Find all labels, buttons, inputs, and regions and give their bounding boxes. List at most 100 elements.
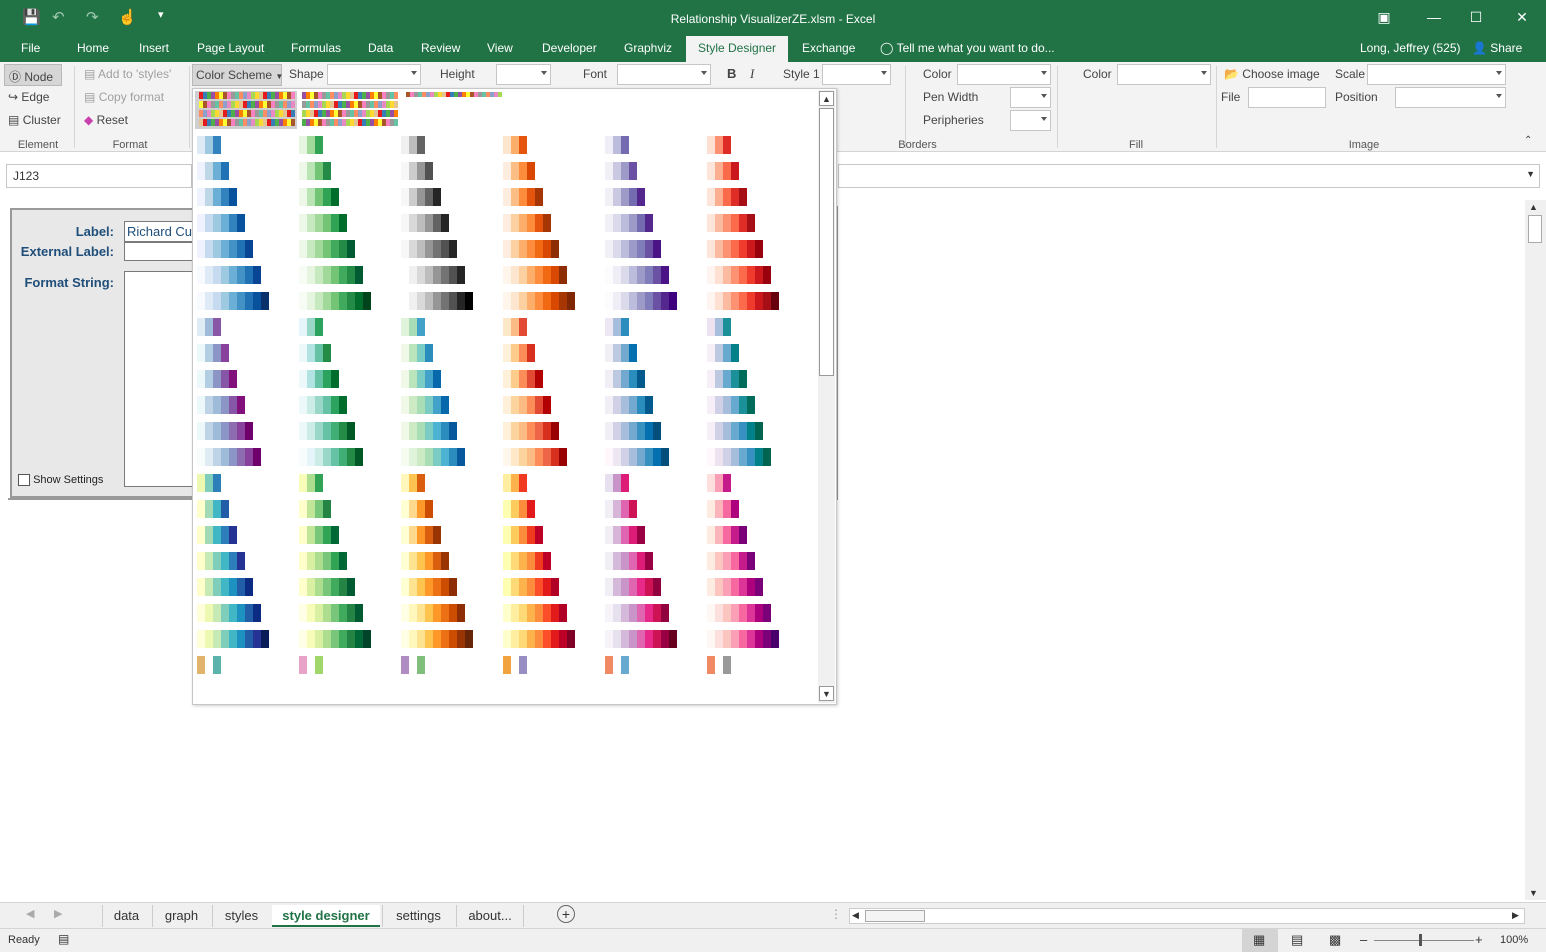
qualitative-swatch (251, 101, 255, 108)
tab-page-layout[interactable]: Page Layout (197, 36, 264, 62)
scroll-thumb[interactable] (819, 108, 834, 376)
label-input[interactable]: Richard Cu (124, 221, 194, 242)
palette-swatch (621, 474, 629, 492)
hscroll-thumb[interactable] (865, 910, 925, 922)
height-combo[interactable] (496, 64, 551, 85)
sheet-tab-graph[interactable]: graph (152, 905, 210, 927)
bold-button[interactable]: B (727, 66, 736, 81)
tab-view[interactable]: View (487, 36, 513, 62)
palette-swatches[interactable] (193, 89, 819, 704)
tab-exchange[interactable]: Exchange (802, 36, 855, 62)
qualitative-swatch (378, 92, 382, 99)
sheet-tab-settings[interactable]: settings (382, 905, 454, 927)
peripheries-combo[interactable] (1010, 110, 1051, 131)
ribbon-display-icon[interactable]: ▣ (1372, 6, 1396, 28)
external-label-input[interactable] (124, 242, 194, 261)
palette-swatch (739, 552, 747, 570)
share-button[interactable]: 👤 Share (1472, 36, 1522, 62)
tab-graphviz[interactable]: Graphviz (624, 36, 672, 62)
tab-file[interactable]: File (21, 36, 40, 62)
fill-color-combo[interactable] (1117, 64, 1211, 85)
palette-swatch (465, 292, 473, 310)
file-input[interactable] (1248, 87, 1326, 108)
page-break-view-icon[interactable]: ▩ (1329, 932, 1341, 948)
zoom-slider[interactable] (1374, 940, 1474, 941)
pen-width-combo[interactable] (1010, 87, 1051, 108)
sheet-tab-styles[interactable]: styles (212, 905, 270, 927)
zoom-out-icon[interactable]: – (1360, 932, 1367, 947)
edge-button[interactable]: ↪ Edge (8, 90, 49, 104)
add-to-styles-button[interactable]: ▤ Add to 'styles' (84, 67, 171, 81)
node-button[interactable]: Ⓓ Node (4, 64, 62, 86)
maximize-button[interactable]: ☐ (1464, 6, 1488, 28)
palette-swatch (433, 422, 441, 440)
qualitative-swatch (362, 92, 366, 99)
copy-format-button[interactable]: ▤ Copy format (84, 90, 164, 104)
horizontal-scrollbar[interactable]: ◀ ▶ (849, 908, 1525, 924)
chevron-down-icon[interactable]: ▼ (1526, 169, 1535, 179)
zoom-slider-thumb[interactable] (1419, 934, 1422, 946)
tab-insert[interactable]: Insert (139, 36, 169, 62)
zoom-level[interactable]: 100% (1500, 934, 1528, 946)
tell-me-search[interactable]: ◯ Tell me what you want to do... (880, 36, 1055, 62)
style1-combo[interactable] (822, 64, 891, 85)
name-box[interactable]: J123 (6, 164, 192, 188)
position-combo[interactable] (1395, 87, 1506, 108)
choose-image-button[interactable]: 📂 Choose image (1224, 67, 1320, 81)
reset-button[interactable]: ◆ Reset (84, 113, 128, 127)
palette-swatch (605, 240, 613, 258)
color-scheme-gallery[interactable] (192, 88, 837, 705)
sheet-tab-data[interactable]: data (102, 905, 150, 927)
qualitative-swatch (322, 119, 326, 126)
color-scheme-dropdown[interactable]: Color Scheme ▼ (192, 64, 283, 86)
cluster-button[interactable]: ▤ Cluster (8, 113, 61, 127)
italic-button[interactable]: I (750, 66, 754, 82)
qualitative-swatch (382, 101, 386, 108)
qualitative-swatch (334, 92, 338, 99)
vertical-scrollbar[interactable]: ▲ ▼ (1525, 200, 1546, 900)
tab-home[interactable]: Home (77, 36, 109, 62)
tab-review[interactable]: Review (421, 36, 460, 62)
tab-developer[interactable]: Developer (542, 36, 597, 62)
shape-combo[interactable] (327, 64, 421, 85)
scroll-down-icon[interactable]: ▼ (1529, 888, 1538, 898)
show-settings-checkbox[interactable]: Show Settings (18, 474, 103, 487)
font-combo[interactable] (617, 64, 711, 85)
splitter-icon[interactable]: ⋮ (830, 907, 842, 921)
zoom-in-icon[interactable]: + (1475, 932, 1483, 947)
minimize-button[interactable]: — (1422, 6, 1446, 28)
border-color-combo[interactable] (957, 64, 1051, 85)
scroll-down-icon[interactable]: ▼ (819, 686, 834, 701)
collapse-ribbon-icon[interactable]: ⌃ (1524, 135, 1532, 146)
palette-swatch (637, 370, 645, 388)
next-sheet-icon[interactable]: ▶ (54, 907, 62, 920)
add-sheet-icon[interactable]: + (557, 905, 575, 923)
user-name[interactable]: Long, Jeffrey (525) (1360, 36, 1461, 62)
sheet-tab-style-designer[interactable]: style designer (272, 905, 380, 927)
qualitative-swatch (251, 110, 255, 117)
palette-swatch (315, 266, 323, 284)
formula-input[interactable]: ▼ (838, 164, 1540, 188)
palette-swatch (747, 266, 755, 284)
tab-formulas[interactable]: Formulas (291, 36, 341, 62)
palette-swatch (307, 344, 315, 362)
sheet-tab-about[interactable]: about... (456, 905, 524, 927)
close-button[interactable]: ✕ (1510, 6, 1534, 28)
checkbox-box[interactable] (18, 474, 30, 487)
scroll-right-icon[interactable]: ▶ (1512, 910, 1519, 921)
gallery-scrollbar[interactable]: ▲ ▼ (818, 90, 835, 703)
format-string-input[interactable] (124, 271, 194, 487)
scroll-up-icon[interactable]: ▲ (819, 91, 834, 106)
scroll-thumb[interactable] (1528, 215, 1542, 243)
scale-combo[interactable] (1367, 64, 1506, 85)
palette-swatch (457, 266, 465, 284)
page-layout-view-icon[interactable]: ▤ (1291, 932, 1303, 948)
palette-swatch (401, 344, 409, 362)
scroll-left-icon[interactable]: ◀ (852, 910, 859, 921)
macro-record-icon[interactable]: ▤ (58, 932, 69, 946)
palette-swatch (339, 604, 347, 622)
prev-sheet-icon[interactable]: ◀ (26, 907, 34, 920)
scroll-up-icon[interactable]: ▲ (1529, 202, 1538, 212)
tab-style-designer[interactable]: Style Designer (686, 36, 789, 62)
tab-data[interactable]: Data (368, 36, 393, 62)
